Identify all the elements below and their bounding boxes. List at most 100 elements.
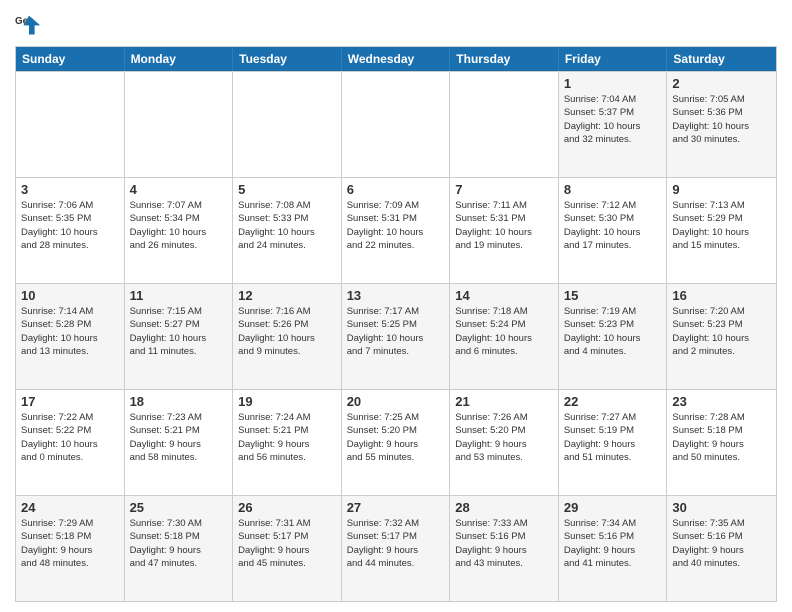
- calendar-cell: 19 Sunrise: 7:24 AMSunset: 5:21 PMDayligh…: [233, 390, 342, 495]
- weekday-header: Saturday: [667, 47, 776, 71]
- day-info: Sunrise: 7:35 AMSunset: 5:16 PMDaylight:…: [672, 517, 771, 570]
- day-info: Sunrise: 7:30 AMSunset: 5:18 PMDaylight:…: [130, 517, 228, 570]
- day-number: 21: [455, 394, 553, 409]
- calendar-cell: 15 Sunrise: 7:19 AMSunset: 5:23 PMDayligh…: [559, 284, 668, 389]
- calendar-cell: 8 Sunrise: 7:12 AMSunset: 5:30 PMDaylight…: [559, 178, 668, 283]
- calendar-cell: 10 Sunrise: 7:14 AMSunset: 5:28 PMDayligh…: [16, 284, 125, 389]
- day-info: Sunrise: 7:22 AMSunset: 5:22 PMDaylight:…: [21, 411, 119, 464]
- calendar-cell: [16, 72, 125, 177]
- calendar-cell: 27 Sunrise: 7:32 AMSunset: 5:17 PMDayligh…: [342, 496, 451, 601]
- logo: Gen: [15, 10, 47, 38]
- day-info: Sunrise: 7:16 AMSunset: 5:26 PMDaylight:…: [238, 305, 336, 358]
- day-number: 6: [347, 182, 445, 197]
- day-number: 10: [21, 288, 119, 303]
- day-info: Sunrise: 7:13 AMSunset: 5:29 PMDaylight:…: [672, 199, 771, 252]
- calendar-cell: 3 Sunrise: 7:06 AMSunset: 5:35 PMDaylight…: [16, 178, 125, 283]
- day-info: Sunrise: 7:19 AMSunset: 5:23 PMDaylight:…: [564, 305, 662, 358]
- day-info: Sunrise: 7:33 AMSunset: 5:16 PMDaylight:…: [455, 517, 553, 570]
- day-info: Sunrise: 7:07 AMSunset: 5:34 PMDaylight:…: [130, 199, 228, 252]
- day-info: Sunrise: 7:25 AMSunset: 5:20 PMDaylight:…: [347, 411, 445, 464]
- calendar-cell: 29 Sunrise: 7:34 AMSunset: 5:16 PMDayligh…: [559, 496, 668, 601]
- day-info: Sunrise: 7:29 AMSunset: 5:18 PMDaylight:…: [21, 517, 119, 570]
- day-number: 25: [130, 500, 228, 515]
- calendar-cell: 6 Sunrise: 7:09 AMSunset: 5:31 PMDaylight…: [342, 178, 451, 283]
- calendar-cell: 26Sunrise: 7:31 AMSunset: 5:17 PMDayligh…: [233, 496, 342, 601]
- day-number: 7: [455, 182, 553, 197]
- day-info: Sunrise: 7:31 AMSunset: 5:17 PMDaylight:…: [238, 517, 336, 570]
- day-number: 2: [672, 76, 771, 91]
- day-number: 29: [564, 500, 662, 515]
- calendar-cell: 7 Sunrise: 7:11 AMSunset: 5:31 PMDaylight…: [450, 178, 559, 283]
- calendar-cell: 1Sunrise: 7:04 AMSunset: 5:37 PMDaylight…: [559, 72, 668, 177]
- calendar-cell: 14 Sunrise: 7:18 AMSunset: 5:24 PMDayligh…: [450, 284, 559, 389]
- calendar-cell: 25 Sunrise: 7:30 AMSunset: 5:18 PMDayligh…: [125, 496, 234, 601]
- day-number: 15: [564, 288, 662, 303]
- weekday-header: Sunday: [16, 47, 125, 71]
- calendar-cell: 22 Sunrise: 7:27 AMSunset: 5:19 PMDayligh…: [559, 390, 668, 495]
- day-number: 4: [130, 182, 228, 197]
- weekday-header: Friday: [559, 47, 668, 71]
- day-info: Sunrise: 7:15 AMSunset: 5:27 PMDaylight:…: [130, 305, 228, 358]
- day-number: 14: [455, 288, 553, 303]
- calendar-cell: 30 Sunrise: 7:35 AMSunset: 5:16 PMDayligh…: [667, 496, 776, 601]
- calendar-header: SundayMondayTuesdayWednesdayThursdayFrid…: [16, 47, 776, 71]
- weekday-header: Tuesday: [233, 47, 342, 71]
- calendar-cell: 20 Sunrise: 7:25 AMSunset: 5:20 PMDayligh…: [342, 390, 451, 495]
- day-info: Sunrise: 7:26 AMSunset: 5:20 PMDaylight:…: [455, 411, 553, 464]
- calendar-cell: [450, 72, 559, 177]
- day-info: Sunrise: 7:27 AMSunset: 5:19 PMDaylight:…: [564, 411, 662, 464]
- day-number: 19: [238, 394, 336, 409]
- day-number: 28: [455, 500, 553, 515]
- calendar-cell: 12Sunrise: 7:16 AMSunset: 5:26 PMDayligh…: [233, 284, 342, 389]
- weekday-header: Monday: [125, 47, 234, 71]
- calendar-cell: 11 Sunrise: 7:15 AMSunset: 5:27 PMDayligh…: [125, 284, 234, 389]
- calendar-cell: 9 Sunrise: 7:13 AMSunset: 5:29 PMDaylight…: [667, 178, 776, 283]
- weekday-header: Thursday: [450, 47, 559, 71]
- day-info: Sunrise: 7:20 AMSunset: 5:23 PMDaylight:…: [672, 305, 771, 358]
- day-info: Sunrise: 7:12 AMSunset: 5:30 PMDaylight:…: [564, 199, 662, 252]
- day-info: Sunrise: 7:09 AMSunset: 5:31 PMDaylight:…: [347, 199, 445, 252]
- calendar-cell: 17 Sunrise: 7:22 AMSunset: 5:22 PMDayligh…: [16, 390, 125, 495]
- calendar-cell: 21 Sunrise: 7:26 AMSunset: 5:20 PMDayligh…: [450, 390, 559, 495]
- day-number: 27: [347, 500, 445, 515]
- day-number: 20: [347, 394, 445, 409]
- day-number: 24: [21, 500, 119, 515]
- calendar-body: 1Sunrise: 7:04 AMSunset: 5:37 PMDaylight…: [16, 71, 776, 601]
- day-info: Sunrise: 7:32 AMSunset: 5:17 PMDaylight:…: [347, 517, 445, 570]
- calendar-cell: 16 Sunrise: 7:20 AMSunset: 5:23 PMDayligh…: [667, 284, 776, 389]
- day-info: Sunrise: 7:23 AMSunset: 5:21 PMDaylight:…: [130, 411, 228, 464]
- day-number: 17: [21, 394, 119, 409]
- day-info: Sunrise: 7:34 AMSunset: 5:16 PMDaylight:…: [564, 517, 662, 570]
- day-info: Sunrise: 7:24 AMSunset: 5:21 PMDaylight:…: [238, 411, 336, 464]
- day-info: Sunrise: 7:18 AMSunset: 5:24 PMDaylight:…: [455, 305, 553, 358]
- logo-icon: Gen: [15, 10, 43, 38]
- day-info: Sunrise: 7:06 AMSunset: 5:35 PMDaylight:…: [21, 199, 119, 252]
- day-info: Sunrise: 7:14 AMSunset: 5:28 PMDaylight:…: [21, 305, 119, 358]
- calendar: SundayMondayTuesdayWednesdayThursdayFrid…: [15, 46, 777, 602]
- weekday-header: Wednesday: [342, 47, 451, 71]
- calendar-week: 3 Sunrise: 7:06 AMSunset: 5:35 PMDaylight…: [16, 177, 776, 283]
- day-number: 9: [672, 182, 771, 197]
- calendar-week: 24 Sunrise: 7:29 AMSunset: 5:18 PMDayligh…: [16, 495, 776, 601]
- calendar-cell: 5Sunrise: 7:08 AMSunset: 5:33 PMDaylight…: [233, 178, 342, 283]
- day-info: Sunrise: 7:05 AMSunset: 5:36 PMDaylight:…: [672, 93, 771, 146]
- day-number: 30: [672, 500, 771, 515]
- calendar-cell: 23Sunrise: 7:28 AMSunset: 5:18 PMDayligh…: [667, 390, 776, 495]
- calendar-cell: 18 Sunrise: 7:23 AMSunset: 5:21 PMDayligh…: [125, 390, 234, 495]
- day-info: Sunrise: 7:11 AMSunset: 5:31 PMDaylight:…: [455, 199, 553, 252]
- day-number: 3: [21, 182, 119, 197]
- calendar-week: 10 Sunrise: 7:14 AMSunset: 5:28 PMDayligh…: [16, 283, 776, 389]
- day-number: 8: [564, 182, 662, 197]
- day-info: Sunrise: 7:28 AMSunset: 5:18 PMDaylight:…: [672, 411, 771, 464]
- day-number: 16: [672, 288, 771, 303]
- calendar-cell: [125, 72, 234, 177]
- calendar-cell: 24 Sunrise: 7:29 AMSunset: 5:18 PMDayligh…: [16, 496, 125, 601]
- day-number: 18: [130, 394, 228, 409]
- header: Gen: [15, 10, 777, 38]
- day-number: 22: [564, 394, 662, 409]
- day-number: 1: [564, 76, 662, 91]
- calendar-cell: [233, 72, 342, 177]
- calendar-week: 17 Sunrise: 7:22 AMSunset: 5:22 PMDayligh…: [16, 389, 776, 495]
- calendar-cell: 2 Sunrise: 7:05 AMSunset: 5:36 PMDaylight…: [667, 72, 776, 177]
- day-number: 11: [130, 288, 228, 303]
